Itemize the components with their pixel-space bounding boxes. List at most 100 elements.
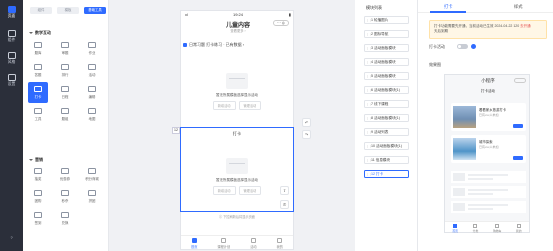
s1-widget-5[interactable]: 活动 [82, 60, 102, 81]
tabbar-plan[interactable]: 课程计划 [217, 236, 230, 249]
widget-icon [34, 64, 42, 70]
mini-capsule[interactable]: ··· ◎ [273, 20, 289, 26]
card-subtitle: 已有xxx人参加 [479, 113, 499, 117]
s1-widget-1[interactable]: 审题 [55, 38, 75, 59]
user-icon [516, 223, 521, 228]
s1-widget-9[interactable]: 工具 [28, 104, 48, 125]
placeholder-row [451, 186, 526, 198]
tab-checkin[interactable]: 打卡 [444, 4, 453, 10]
manage-activity-button[interactable]: 管理活动 [238, 186, 262, 195]
s1-widget-0[interactable]: 题库 [28, 38, 48, 59]
section-header-interactive[interactable]: 数学互动 [29, 30, 51, 36]
tabbar-activity[interactable]: 活动 [250, 236, 257, 249]
page-subtitle[interactable]: 查看更多 › [181, 28, 295, 33]
page-icon [7, 6, 16, 13]
selected-module-checkin[interactable]: 打卡 暂无所属模板选择显示活动 新增活动 管理活动 [180, 127, 294, 212]
widget-icon [61, 86, 69, 92]
s1-widget-8[interactable]: 编辑 [82, 82, 102, 103]
info-icon[interactable] [471, 44, 476, 49]
s1-widget-3[interactable]: 答题 [28, 60, 48, 81]
home-icon [453, 223, 458, 228]
s2-widget-2[interactable]: 积分商城 [82, 164, 102, 185]
module-item[interactable]: 11 信息模块 [364, 156, 409, 164]
module-item[interactable]: 9 活动列表 [364, 128, 409, 136]
share-icon[interactable]: ⇧ [280, 186, 289, 195]
caret-down-icon [29, 158, 33, 161]
checkin-toggle[interactable] [457, 44, 468, 49]
header-banner: 日常习题 打卡练习 · 已有数据 › [183, 42, 293, 52]
s2-widget-1[interactable]: 优惠券 [55, 164, 75, 185]
preview-subtitle: 打卡活动 [481, 89, 495, 93]
left-rail: 页面 组件 风格 设置 ? [0, 0, 23, 251]
add-activity-button[interactable]: 新增活动 [212, 101, 236, 110]
rail-item-style[interactable]: 风格 [0, 52, 23, 65]
module-item[interactable]: 3 活动面板模块 [364, 44, 409, 52]
add-activity-button[interactable]: 新增活动 [212, 186, 236, 195]
module-item[interactable]: 4 活动面板模块 [364, 58, 409, 66]
module-item[interactable]: 8 活动面板模块(1) [364, 114, 409, 122]
tab-templates[interactable]: 模板 [57, 7, 79, 14]
s1-widget-10[interactable]: 题组 [55, 104, 75, 125]
preview-card: 城市探索 已有xxx人参加 [451, 135, 526, 163]
module-item[interactable]: 5 活动面板模块 [364, 72, 409, 80]
s1-widget-4[interactable]: 排行 [55, 60, 75, 81]
widget-icon [88, 190, 96, 196]
module-empty: 暂无所属模板选择显示活动 新增活动 管理活动 [181, 158, 293, 195]
preview-capsule [514, 78, 526, 83]
widget-icon [88, 42, 96, 48]
tab-style[interactable]: 样式 [514, 4, 523, 10]
activate-link[interactable]: 去开通 [520, 24, 531, 28]
module-title: 打卡 [232, 131, 242, 136]
widget-icon [34, 212, 42, 218]
placeholder-row [451, 201, 526, 213]
tab-basic-tools[interactable]: 基础工具 [84, 7, 106, 14]
module-list-header: 模块列表 [366, 5, 382, 10]
manage-activity-button[interactable]: 管理活动 [238, 101, 262, 110]
battery-icon: ▮ [288, 12, 291, 17]
module-item[interactable]: 12 打卡 [364, 170, 409, 178]
module-item[interactable]: 7 线下课程 [364, 100, 409, 108]
plan-icon [221, 238, 227, 243]
cart-icon [495, 223, 500, 228]
redo-icon[interactable]: ↷ [302, 130, 311, 139]
rail-item-settings[interactable]: 设置 [0, 74, 23, 87]
undo-icon[interactable]: ↶ [302, 118, 311, 127]
phone-icon[interactable]: ✆ [280, 200, 289, 209]
notice-banner: 打卡功能需要先开通，当前活动已生效 2024-04-22 120 去开通 天后到… [429, 20, 547, 39]
card-title: 城市探索 [479, 140, 493, 144]
module-item[interactable]: 2 图标导航 [364, 30, 409, 38]
empty-module[interactable]: 暂无所属模板选择显示活动 新增活动 管理活动 [181, 73, 293, 110]
widget-icon [88, 64, 96, 70]
s2-widget-7[interactable]: 兑换 [55, 208, 75, 229]
preview-tab-home: 首页 [452, 222, 458, 233]
preview-tab-category: 分类 [473, 222, 478, 233]
s2-widget-0[interactable]: 抽奖 [28, 164, 48, 185]
banner-icon [183, 42, 187, 47]
s2-widget-4[interactable]: 秒杀 [55, 186, 75, 207]
preview-card: 看看家乡旅游打卡 已有xxx人参加 [451, 103, 526, 131]
module-item[interactable]: 1 轮播图片 [364, 16, 409, 24]
module-item[interactable]: 6 活动面板模块(1) [364, 86, 409, 94]
module-item[interactable]: 10 活动面板模块(1) [364, 142, 409, 150]
s1-widget-7[interactable]: 日程 [55, 82, 75, 103]
status-bar: ııl 19:24 ▮ [181, 12, 295, 17]
style-icon [7, 52, 16, 59]
s1-widget-2[interactable]: 作业 [82, 38, 102, 59]
tab-components[interactable]: 组件 [30, 7, 52, 14]
s2-widget-3[interactable]: 团购 [28, 186, 48, 207]
section-header-marketing[interactable]: 营销 [29, 157, 43, 163]
tabbar-mine[interactable]: 我的 [277, 236, 283, 249]
s2-widget-6[interactable]: 签到 [28, 208, 48, 229]
signal-icon: ııl [185, 12, 189, 17]
components-icon [7, 30, 16, 37]
tab-underline [430, 11, 466, 13]
rail-item-components[interactable]: 组件 [0, 30, 23, 43]
s1-widget-11[interactable]: 地图 [82, 104, 102, 125]
rail-item-page[interactable]: 页面 [0, 6, 23, 19]
widget-icon [61, 168, 69, 174]
help-icon[interactable]: ? [0, 236, 23, 240]
s1-widget-6[interactable]: 打卡 [28, 82, 48, 103]
tabbar-home[interactable]: 首页 [191, 236, 197, 249]
s2-widget-5[interactable]: 拼团 [82, 186, 102, 207]
effect-preview: 小程序 打卡活动 看看家乡旅游打卡 已有xxx人参加 城市探索 已有xxx人参加… [444, 74, 530, 233]
